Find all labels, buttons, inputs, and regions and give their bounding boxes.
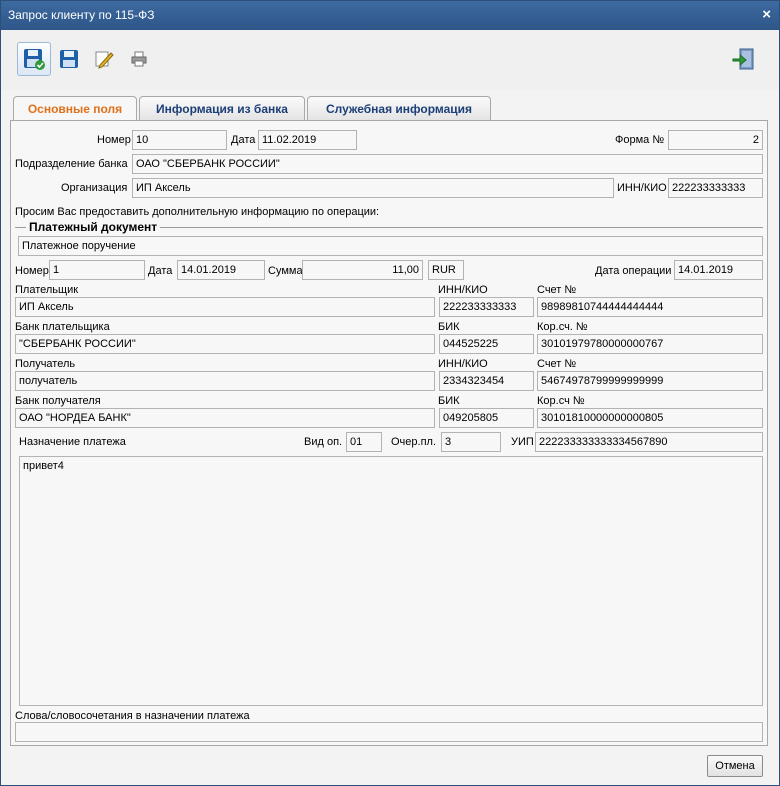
keywords-label: Слова/словосочетания в назначении платеж… [15, 710, 250, 722]
tab-bank-info[interactable]: Информация из банка [139, 96, 305, 120]
operation-type-field[interactable]: 01 [346, 432, 382, 452]
main-fields-panel: Номер 10 Дата 11.02.2019 Форма № 2 Подра… [10, 120, 768, 746]
payment-number-label: Номер [15, 265, 49, 277]
toolbar [1, 30, 779, 90]
recipient-account-field[interactable]: 54674978799999999999 [537, 371, 763, 391]
division-field[interactable]: ОАО "СБЕРБАНК РОССИИ" [132, 154, 763, 174]
priority-field[interactable]: 3 [441, 432, 501, 452]
payer-inn-field[interactable]: 222233333333 [439, 297, 534, 317]
recipient-label: Получатель [15, 358, 76, 370]
recipient-bik-field[interactable]: 049205805 [439, 408, 534, 428]
sum-label: Сумма [268, 265, 303, 277]
payer-account-field[interactable]: 98989810744444444444 [537, 297, 763, 317]
date-label: Дата [231, 134, 256, 146]
document-type-field[interactable]: Платежное поручение [18, 236, 763, 256]
payment-number-field[interactable]: 1 [49, 260, 145, 280]
recipient-corr-account-label: Кор.сч № [537, 395, 585, 407]
organization-label: Организация [61, 182, 128, 194]
recipient-bank-field[interactable]: ОАО "НОРДЕА БАНК" [15, 408, 435, 428]
print-icon [131, 51, 147, 67]
operation-date-field[interactable]: 14.01.2019 [674, 260, 763, 280]
inn-field[interactable]: 222233333333 [668, 178, 763, 198]
exit-button[interactable] [727, 42, 761, 76]
operation-type-label: Вид оп. [304, 436, 343, 448]
payer-field[interactable]: ИП Аксель [15, 297, 435, 317]
payer-bik-field[interactable]: 044525225 [439, 334, 534, 354]
priority-label: Очер.пл. [391, 436, 437, 448]
payer-label: Плательщик [15, 284, 79, 296]
division-label: Подразделение банка [15, 158, 128, 170]
purpose-textarea[interactable]: привет4 [19, 456, 763, 706]
save-and-sign-button[interactable] [17, 42, 51, 76]
payer-bank-field[interactable]: "СБЕРБАНК РОССИИ" [15, 334, 435, 354]
recipient-corr-account-field[interactable]: 30101810000000000805 [537, 408, 763, 428]
recipient-inn-label: ИНН/КИО [438, 358, 488, 370]
payer-bank-label: Банк плательщика [15, 321, 110, 333]
organization-field[interactable]: ИП Аксель [132, 178, 614, 198]
save-and-sign-icon [24, 49, 45, 70]
sum-field[interactable]: 11,00 [302, 260, 423, 280]
payer-bik-label: БИК [438, 321, 460, 333]
uip-field[interactable]: 222233333333334567890 [535, 432, 763, 452]
keywords-field[interactable] [15, 722, 763, 742]
uip-label: УИП [511, 436, 534, 448]
payment-document-group-label: Платежный документ [26, 220, 161, 234]
save-icon [60, 50, 78, 68]
title-bar[interactable]: Запрос клиенту по 115-ФЗ × [1, 1, 779, 30]
purpose-label: Назначение платежа [19, 436, 126, 448]
cancel-button[interactable]: Отмена [707, 755, 763, 777]
tab-service-info[interactable]: Служебная информация [307, 96, 491, 120]
window-title: Запрос клиенту по 115-ФЗ [8, 8, 155, 22]
recipient-bik-label: БИК [438, 395, 460, 407]
operation-date-label: Дата операции [595, 265, 672, 277]
inn-label: ИНН/КИО [617, 182, 667, 194]
payer-inn-label: ИНН/КИО [438, 284, 488, 296]
dialog-window: Запрос клиенту по 115-ФЗ × Основные поля… [0, 0, 780, 786]
payer-account-label: Счет № [537, 284, 577, 296]
currency-field[interactable]: RUR [428, 260, 464, 280]
recipient-inn-field[interactable]: 2334323454 [439, 371, 534, 391]
request-text: Просим Вас предоставить дополнительную и… [15, 206, 380, 218]
payment-date-label: Дата [148, 265, 173, 277]
close-icon[interactable]: × [762, 6, 771, 23]
form-label: Форма № [615, 134, 665, 146]
edit-button[interactable] [87, 42, 121, 76]
payer-corr-account-label: Кор.сч. № [537, 321, 588, 333]
date-field[interactable]: 11.02.2019 [258, 130, 357, 150]
print-button[interactable] [122, 42, 156, 76]
edit-pencil-icon [95, 51, 114, 69]
payment-date-field[interactable]: 14.01.2019 [177, 260, 265, 280]
recipient-bank-label: Банк получателя [15, 395, 101, 407]
number-label: Номер [97, 134, 131, 146]
exit-door-icon [732, 48, 754, 70]
form-field[interactable]: 2 [668, 130, 763, 150]
tab-main-fields[interactable]: Основные поля [13, 96, 137, 121]
recipient-field[interactable]: получатель [15, 371, 435, 391]
payer-corr-account-field[interactable]: 30101979780000000767 [537, 334, 763, 354]
number-field[interactable]: 10 [132, 130, 227, 150]
recipient-account-label: Счет № [537, 358, 577, 370]
save-button[interactable] [52, 42, 86, 76]
